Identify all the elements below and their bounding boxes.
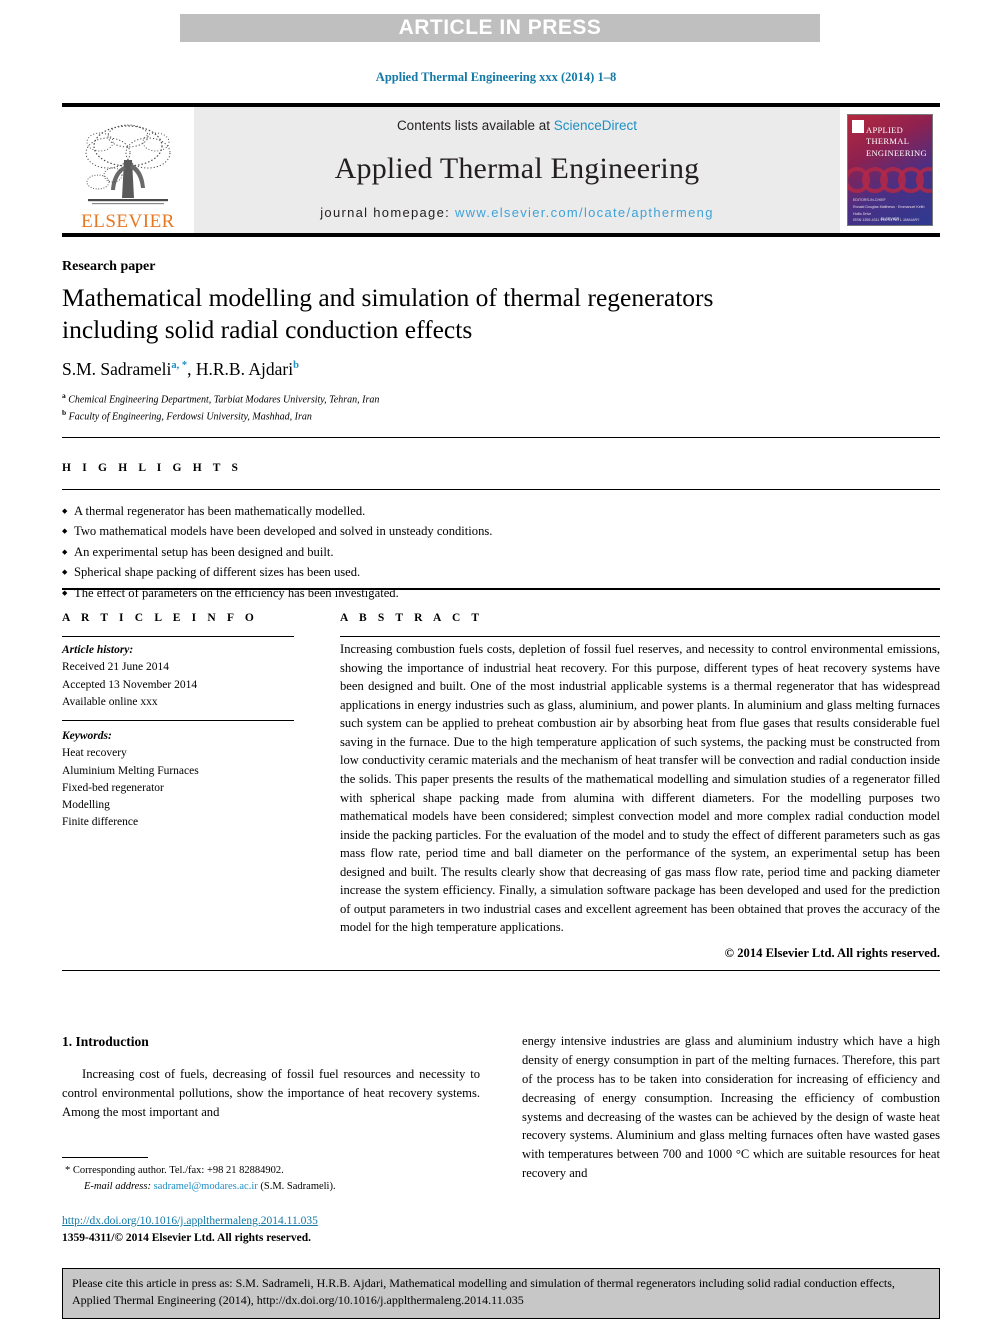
article-history-received: Received 21 June 2014 [62,661,169,674]
divider-highlights-bottom [62,588,940,590]
divider-highlights-top [62,489,940,490]
abstract-text: Increasing combustion fuels costs, deple… [340,642,940,935]
cover-ellipse-graphic [848,167,932,195]
footnote-corresponding-text: Corresponding author. Tel./fax: +98 21 8… [72,1165,284,1176]
running-head-citation: Applied Thermal Engineering xxx (2014) 1… [375,70,617,84]
affiliation-list: a Chemical Engineering Department, Tarbi… [62,391,379,425]
cover-publisher-logo-icon [852,120,864,133]
affiliation-mark-b: b [62,407,67,417]
keyword-item: Fixed-bed regenerator [62,781,164,794]
affiliation-item-a: a Chemical Engineering Department, Tarbi… [62,391,379,408]
divider-info-keywords [62,720,294,721]
body-column-left: 1. Introduction Increasing cost of fuels… [62,1032,480,1122]
author-marks-1[interactable]: a, * [171,360,187,371]
footnote-email-owner: (S.M. Sadrameli). [260,1181,336,1193]
article-history-accepted: Accepted 13 November 2014 [62,678,198,691]
issn-copyright-line: 1359-4311/© 2014 Elsevier Ltd. All right… [62,1232,312,1245]
elsevier-logo: ELSEVIER [62,107,194,233]
author-list: S.M. Sadramelia, *, H.R.B. Ajdarib [62,359,299,379]
divider-below-abstract [62,970,940,971]
cite-this-article-box: Please cite this article in press as: S.… [62,1268,940,1319]
keyword-item: Modelling [62,799,110,811]
article-info-column: Article history: Received 21 June 2014 A… [62,642,294,832]
page-title: Mathematical modelling and simulation of… [62,282,892,347]
journal-cover-image: APPLIED THERMAL ENGINEERING EDITORS-IN-C… [847,114,933,226]
cover-editor-text: EDITORS-IN-CHIEF Ronald Douglas Matthews… [853,197,928,225]
body-paragraph: energy intensive industries are glass an… [522,1034,940,1181]
list-item: Two mathematical models have been develo… [62,521,940,542]
list-item: An experimental setup has been designed … [62,542,940,563]
cite-this-article-text: Please cite this article in press as: S.… [72,1276,895,1308]
paper-type-label: Research paper [62,259,156,274]
cover-publisher-name: ELSEVIER [880,217,900,221]
footnote-block: * Corresponding author. Tel./fax: +98 21… [62,1163,482,1196]
doi-block: http://dx.doi.org/10.1016/j.applthermale… [62,1213,318,1248]
list-item: The effect of parameters on the efficien… [62,583,940,604]
footnote-divider [62,1157,148,1158]
affiliation-text-a: Chemical Engineering Department, Tarbiat… [68,394,380,406]
footnote-email-label: E-mail address: [84,1181,151,1193]
journal-homepage-prefix: journal homepage: [320,205,455,220]
keyword-item: Finite difference [62,816,139,829]
article-in-press-banner: ARTICLE IN PRESS [180,14,820,42]
abstract-label: A B S T R A C T [340,612,484,624]
contents-lists-prefix: Contents lists available at [396,118,554,133]
section-heading-introduction: 1. Introduction [62,1034,149,1049]
body-column-right: energy intensive industries are glass an… [522,1032,940,1183]
affiliation-mark-a: a [62,391,66,400]
footnote-corresponding-author: * Corresponding author. Tel./fax: +98 21… [62,1163,482,1179]
abstract-column: Increasing combustion fuels costs, deple… [340,640,940,963]
divider-abstract-top [340,636,940,637]
divider-above-highlights [62,437,940,438]
abstract-copyright: © 2014 Elsevier Ltd. All rights reserved… [724,946,940,960]
cover-small-line-2: Ronald Douglas Matthews · Emmanuel Keith… [853,204,925,216]
journal-masthead: ELSEVIER Contents lists available at Sci… [62,103,940,237]
author-name-2: H.R.B. Ajdari [195,359,294,379]
list-item: Spherical shape packing of different siz… [62,562,940,583]
highlights-section-label: H I G H L I G H T S [62,462,243,474]
cover-title-line-2: THERMAL [866,136,910,147]
list-item: A thermal regenerator has been mathemati… [62,501,940,522]
cover-title-line-3: ENGINEERING [866,147,927,158]
author-marks-2[interactable]: b [293,360,299,371]
sciencedirect-link[interactable]: ScienceDirect [554,118,637,133]
article-info-label: A R T I C L E I N F O [62,612,258,624]
divider-info-top [62,636,294,637]
contents-lists-line: Contents lists available at ScienceDirec… [397,118,637,133]
keywords-title: Keywords: [62,730,112,742]
author-name-1: S.M. Sadrameli [62,359,172,379]
journal-title: Applied Thermal Engineering [334,152,700,185]
title-line-1: Mathematical modelling and simulation of… [62,283,714,312]
title-line-2: including solid radial conduction effect… [62,315,473,345]
keyword-item: Aluminium Melting Furnaces [62,764,199,777]
journal-cover-thumbnail[interactable]: APPLIED THERMAL ENGINEERING EDITORS-IN-C… [840,107,940,233]
footnote-email-line: E-mail address: sadramel@modares.ac.ir (… [62,1179,482,1195]
cover-title-line-1: APPLIED [866,125,904,135]
article-history-title: Article history: [62,644,134,656]
elsevier-wordmark: ELSEVIER [81,211,175,232]
article-in-press-label: ARTICLE IN PRESS [398,16,602,39]
affiliation-item-b: b Faculty of Engineering, Ferdowsi Unive… [62,408,379,425]
article-history-online: Available online xxx [62,695,158,708]
affiliation-text-b: Faculty of Engineering, Ferdowsi Univers… [68,411,312,423]
journal-masthead-center: Contents lists available at ScienceDirec… [194,107,840,233]
doi-link[interactable]: http://dx.doi.org/10.1016/j.applthermale… [62,1213,318,1230]
footnote-email-link[interactable]: sadramel@modares.ac.ir [154,1181,258,1192]
journal-homepage-line: journal homepage: www.elsevier.com/locat… [320,205,714,220]
elsevier-tree-icon [85,124,171,205]
keyword-item: Heat recovery [62,747,127,760]
footnote-star-icon: * [65,1165,71,1176]
cover-title-text: APPLIED THERMAL ENGINEERING [866,125,927,159]
body-paragraph: Increasing cost of fuels, decreasing of … [62,1067,480,1120]
journal-homepage-link[interactable]: www.elsevier.com/locate/apthermeng [455,205,714,220]
cover-small-line-1: EDITORS-IN-CHIEF [853,198,886,202]
